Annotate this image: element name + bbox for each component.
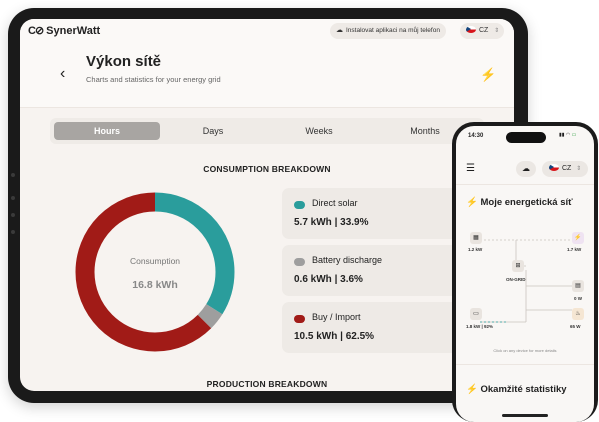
legend-swatch	[294, 315, 305, 323]
lightning-bolt-icon: ⚡	[574, 235, 582, 241]
inverter-icon: ⊞	[515, 263, 521, 269]
grid-title: Moje energetická síť	[480, 197, 573, 208]
hamburger-menu-icon[interactable]: ☰	[466, 163, 475, 174]
tablet-sensor-dot	[11, 213, 15, 217]
phone-top-bar: ☰ ☁ CZ ⇕	[456, 154, 594, 185]
app-name: SynerWatt	[46, 25, 101, 37]
battery-node-value: 1.8 kW | 92%	[466, 324, 494, 329]
language-select[interactable]: CZ ⇕	[460, 23, 504, 39]
lightning-bolt-icon: ⚡	[466, 197, 478, 208]
home-indicator	[502, 414, 548, 417]
phone-screen: 14:30 ▮▮ ◠ ▭ ☰ ☁ CZ ⇕ ⚡ Moje energetická…	[456, 126, 594, 422]
status-icons: ▮▮ ◠ ▭	[559, 132, 576, 138]
production-section-title: PRODUCTION BREAKDOWN	[206, 379, 328, 389]
logo-mark-icon: C⊘	[28, 25, 44, 37]
ev-node-value: 1.7 kW	[567, 247, 582, 252]
czech-flag-icon	[549, 163, 559, 171]
grid-meter-icon: ▤	[575, 283, 581, 289]
lightning-bolt-icon: ⚡	[466, 384, 478, 395]
tablet-sensor-dot	[11, 196, 15, 200]
lightning-bolt-icon[interactable]: ⚡	[480, 67, 496, 83]
heater-icon: ♨	[575, 311, 581, 317]
tablet-screen: C⊘ SynerWatt ☁ Instalovat aplikaci na můj …	[20, 19, 514, 391]
back-arrow-icon[interactable]: ‹	[60, 65, 65, 83]
grid-section-title: ⚡ Moje energetická síť	[466, 197, 573, 208]
cloud-download-icon: ☁	[522, 164, 530, 173]
tablet-camera-dot	[11, 173, 15, 177]
phone-divider	[456, 364, 594, 365]
legend-swatch	[294, 258, 305, 266]
status-time: 14:30	[468, 133, 484, 139]
chevron-updown-icon: ⇕	[494, 28, 500, 34]
house-node-value: 65 W	[570, 324, 581, 329]
phone-language-code: CZ	[562, 165, 572, 172]
tab-days[interactable]: Days	[160, 122, 266, 140]
donut-center-label: Consumption	[129, 256, 181, 266]
grid-hint-text: Click on any device for more details	[493, 348, 557, 353]
app-logo[interactable]: C⊘ SynerWatt	[28, 24, 100, 37]
wifi-icon: ◠	[565, 132, 571, 138]
legend-label: Direct solar	[312, 198, 358, 208]
phone-notch	[506, 132, 546, 143]
ev-charger-node[interactable]: ⚡	[572, 232, 584, 244]
battery-icon: ▭	[473, 311, 479, 317]
inverter-node[interactable]: ⊞	[512, 260, 524, 272]
phone-frame: 14:30 ▮▮ ◠ ▭ ☰ ☁ CZ ⇕ ⚡ Moje energetická…	[452, 122, 598, 422]
signal-icon: ▮▮	[559, 132, 565, 138]
stats-section-title: ⚡ Okamžité statistiky	[466, 384, 567, 395]
cloud-download-icon: ☁	[336, 27, 343, 34]
top-bar: C⊘ SynerWatt ☁ Instalovat aplikaci na můj …	[20, 19, 514, 44]
page-header: ‹ Výkon sítě Charts and statistics for y…	[20, 43, 514, 108]
chevron-updown-icon: ⇕	[576, 166, 582, 172]
battery-icon: ▭	[571, 132, 577, 138]
solar-node-value: 1.2 kW	[468, 247, 483, 252]
consumption-section-title: CONSUMPTION BREAKDOWN	[203, 164, 331, 174]
battery-node[interactable]: ▭	[470, 308, 482, 320]
install-app-button[interactable]: ☁ Instalovat aplikaci na můj telefon	[330, 23, 446, 39]
legend-value: 0.6 kWh | 3.6%	[294, 274, 363, 285]
install-app-label: Instalovat aplikaci na můj telefon	[346, 27, 440, 34]
legend-label: Buy / Import	[312, 312, 361, 322]
tablet-frame: C⊘ SynerWatt ☁ Instalovat aplikaci na můj …	[8, 8, 528, 403]
legend-swatch	[294, 201, 305, 209]
tab-weeks[interactable]: Weeks	[266, 122, 372, 140]
house-load-node[interactable]: ♨	[572, 308, 584, 320]
page-subtitle: Charts and statistics for your energy gr…	[86, 75, 221, 84]
grid-node[interactable]: ▤	[572, 280, 584, 292]
consumption-donut-chart	[75, 192, 235, 352]
tablet-sensor-dot	[11, 230, 15, 234]
legend-value: 5.7 kWh | 33.9%	[294, 217, 369, 228]
grid-node-value: 0 W	[574, 296, 583, 301]
czech-flag-icon	[466, 25, 476, 33]
legend-label: Battery discharge	[312, 255, 383, 265]
language-code: CZ	[479, 27, 489, 34]
phone-language-select[interactable]: CZ ⇕	[542, 161, 588, 177]
legend-value: 10.5 kWh | 62.5%	[294, 331, 375, 342]
solar-panel-node[interactable]: ▦	[470, 232, 482, 244]
stats-title: Okamžité statistiky	[480, 384, 567, 395]
period-tabs: Hours Days Weeks Months	[50, 118, 484, 144]
inverter-node-label: ON-GRID	[506, 277, 526, 282]
cloud-download-button[interactable]: ☁	[516, 161, 536, 177]
page-title: Výkon sítě	[86, 53, 162, 70]
tab-hours[interactable]: Hours	[54, 122, 160, 140]
solar-panel-icon: ▦	[473, 235, 479, 241]
donut-center-value: 16.8 kWh	[132, 279, 178, 291]
